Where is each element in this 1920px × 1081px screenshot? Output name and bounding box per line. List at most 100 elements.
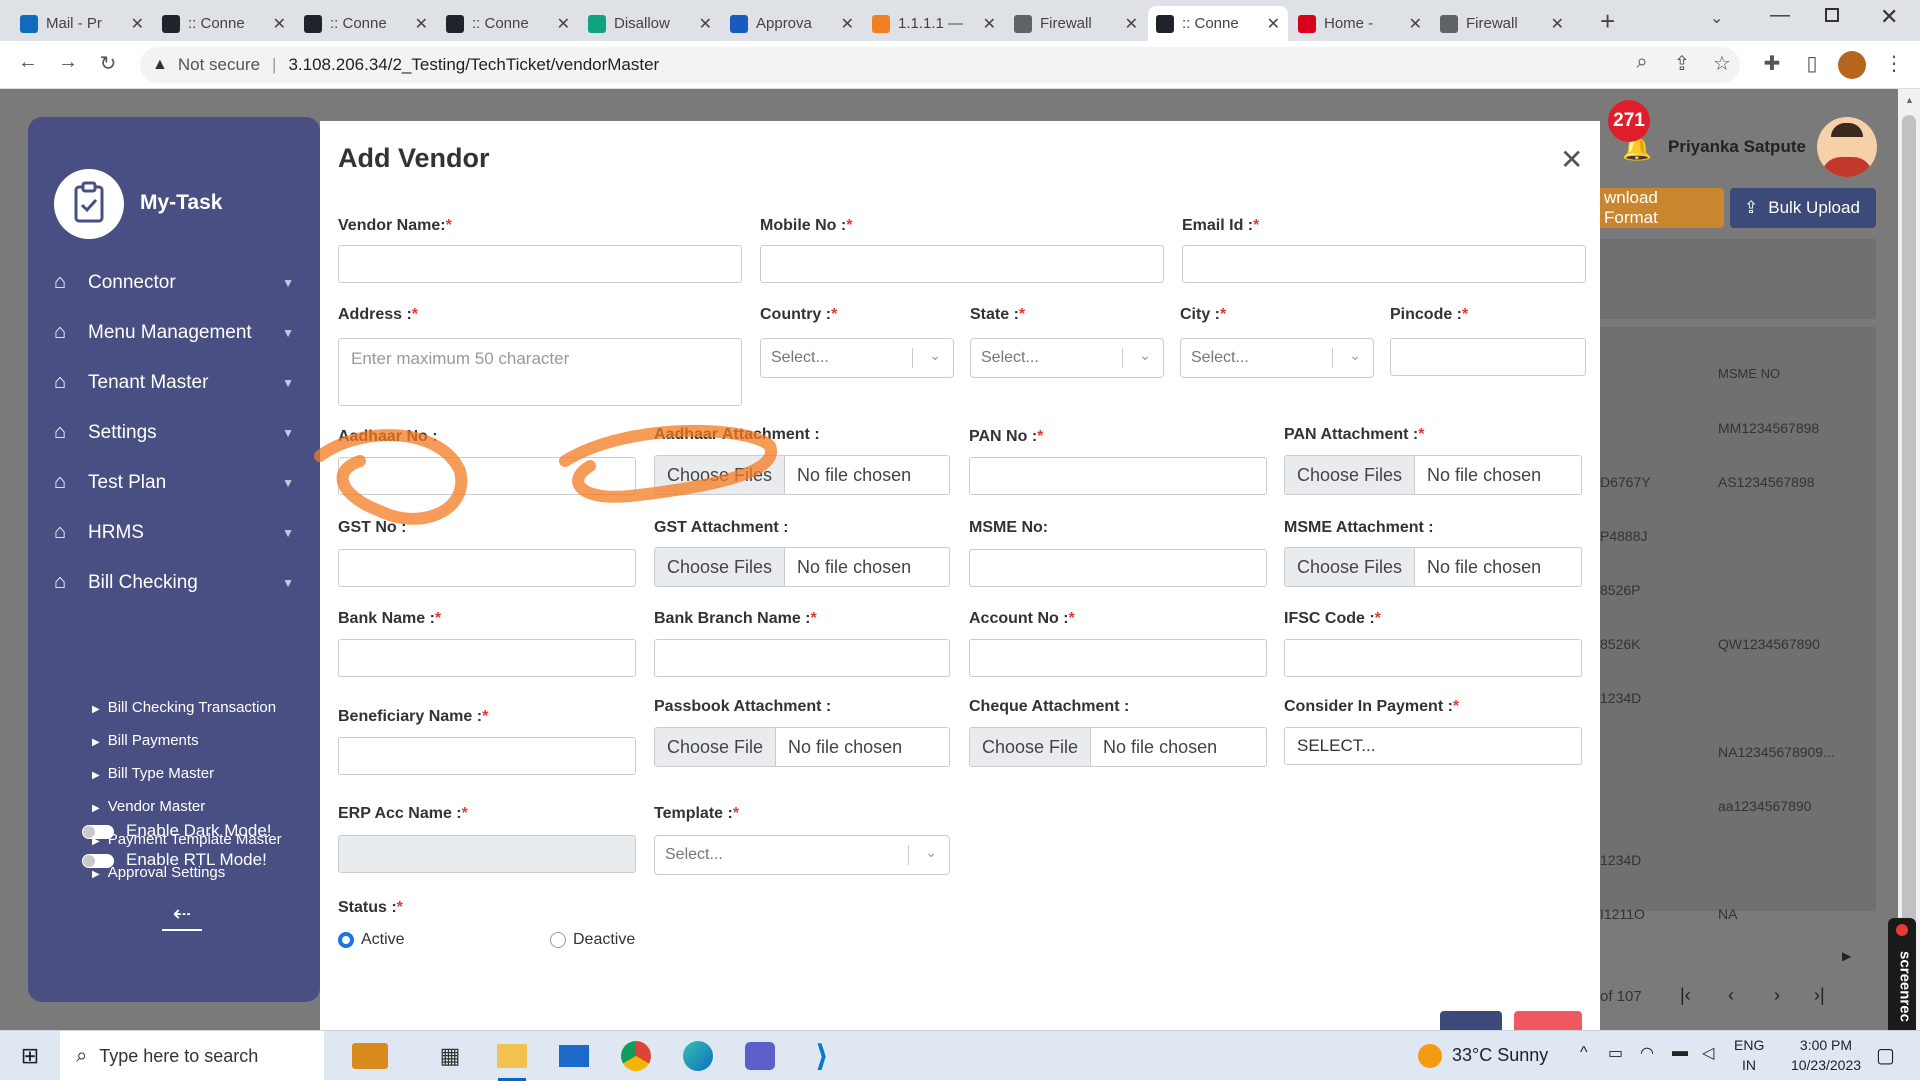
tab-close-icon[interactable]: ✕ — [699, 14, 712, 34]
browser-tab[interactable]: 1.1.1.1 — ✕ — [864, 6, 1004, 41]
tab-close-icon[interactable]: ✕ — [1551, 14, 1564, 34]
vscode-icon[interactable]: ⟩ — [800, 1031, 844, 1081]
scrollbar-thumb[interactable] — [1902, 115, 1916, 995]
browser-tab[interactable]: Approva ✕ — [722, 6, 862, 41]
gst-no-input[interactable] — [338, 549, 636, 587]
notification-center-icon[interactable]: ▢ — [1876, 1043, 1895, 1068]
browser-tab[interactable]: :: Conne ✕ — [154, 6, 294, 41]
windows-start-icon[interactable]: ⊞ — [10, 1031, 50, 1081]
tray-chevron-up-icon[interactable]: ^ — [1580, 1044, 1588, 1062]
choose-file-button[interactable]: Choose File — [655, 728, 777, 766]
sidebar-item[interactable]: ⌂ Test Plan ▼ — [54, 471, 294, 494]
new-tab-button[interactable]: + — [1600, 6, 1615, 37]
bank-name-input[interactable] — [338, 639, 636, 677]
profile-avatar[interactable] — [1838, 51, 1866, 79]
volume-icon[interactable]: ◁ — [1702, 1043, 1714, 1063]
submit-button[interactable] — [1440, 1011, 1502, 1030]
browser-tab[interactable]: :: Conne ✕ — [296, 6, 436, 41]
network-icon[interactable]: ◠ — [1640, 1043, 1654, 1063]
teams-icon[interactable] — [738, 1031, 782, 1081]
tab-close-icon[interactable]: ✕ — [1267, 14, 1280, 34]
tab-close-icon[interactable]: ✕ — [983, 14, 996, 34]
tab-close-icon[interactable]: ✕ — [1125, 14, 1138, 34]
last-page-icon[interactable]: ›| — [1814, 985, 1825, 1006]
tab-close-icon[interactable]: ✕ — [557, 14, 570, 34]
browser-tab[interactable]: Firewall ✕ — [1432, 6, 1572, 41]
sidebar-subitem[interactable]: ▶ Bill Payments — [92, 732, 199, 749]
account-no-input[interactable] — [969, 639, 1267, 677]
collapse-sidebar-icon[interactable]: ⇠ — [162, 901, 202, 927]
forward-icon[interactable]: → — [54, 51, 82, 74]
reload-icon[interactable]: ↻ — [94, 51, 122, 76]
browser-tab[interactable]: Firewall ✕ — [1006, 6, 1146, 41]
tray-meet-icon[interactable]: ▭ — [1608, 1043, 1623, 1063]
zoom-icon[interactable]: ⌕ — [1628, 51, 1656, 74]
mail-app-icon[interactable] — [552, 1031, 596, 1081]
state-select[interactable]: Select... ⌄ — [970, 338, 1164, 378]
gst-file-input[interactable]: Choose Files No file chosen — [654, 547, 950, 587]
dark-mode-toggle[interactable] — [82, 825, 114, 839]
sidebar-subitem[interactable]: ▶ Bill Checking Transaction — [92, 699, 276, 716]
chrome-icon[interactable] — [614, 1031, 658, 1081]
consider-payment-select[interactable]: SELECT... — [1284, 727, 1582, 765]
tab-close-icon[interactable]: ✕ — [131, 14, 144, 34]
mobile-no-input[interactable] — [760, 245, 1164, 283]
aadhaar-no-input[interactable] — [338, 457, 636, 495]
aadhaar-file-input[interactable]: Choose Files No file chosen — [654, 455, 950, 495]
clock-date[interactable]: 10/23/2023 — [1778, 1057, 1874, 1073]
tab-close-icon[interactable]: ✕ — [415, 14, 428, 34]
next-page-icon[interactable]: › — [1774, 985, 1780, 1006]
browser-tab[interactable]: Disallow ✕ — [580, 6, 720, 41]
tab-close-icon[interactable]: ✕ — [841, 14, 854, 34]
pincode-input[interactable] — [1390, 338, 1586, 376]
sidebar-item[interactable]: ⌂ Connector ▼ — [54, 271, 294, 294]
prev-page-icon[interactable]: ‹ — [1728, 985, 1734, 1006]
user-avatar[interactable] — [1817, 117, 1877, 177]
bank-branch-input[interactable] — [654, 639, 950, 677]
minimize-button[interactable]: — — [1770, 4, 1790, 27]
active-radio[interactable] — [338, 932, 354, 948]
side-panel-icon[interactable]: ▯ — [1798, 51, 1826, 76]
beneficiary-input[interactable] — [338, 737, 636, 775]
bookmark-star-icon[interactable]: ☆ — [1708, 51, 1736, 76]
vendor-name-input[interactable] — [338, 245, 742, 283]
browser-tab[interactable]: Mail - Pr ✕ — [12, 6, 152, 41]
clock-time[interactable]: 3:00 PM — [1786, 1037, 1866, 1053]
pan-file-input[interactable]: Choose Files No file chosen — [1284, 455, 1582, 495]
city-select[interactable]: Select... ⌄ — [1180, 338, 1374, 378]
cheque-file-input[interactable]: Choose File No file chosen — [969, 727, 1267, 767]
edge-icon[interactable] — [676, 1031, 720, 1081]
close-modal-icon[interactable]: ✕ — [1560, 143, 1583, 176]
choose-files-button[interactable]: Choose Files — [1285, 456, 1416, 494]
email-id-input[interactable] — [1182, 245, 1586, 283]
choose-files-button[interactable]: Choose Files — [655, 548, 786, 586]
cancel-button[interactable] — [1514, 1011, 1582, 1030]
download-format-button[interactable]: wnload Format — [1590, 188, 1724, 228]
passbook-file-input[interactable]: Choose File No file chosen — [654, 727, 950, 767]
country-select[interactable]: Select... ⌄ — [760, 338, 954, 378]
template-select[interactable]: Select... ⌄ — [654, 835, 950, 875]
ifsc-input[interactable] — [1284, 639, 1582, 677]
close-window-button[interactable]: ✕ — [1880, 4, 1898, 30]
msme-no-input[interactable] — [969, 549, 1267, 587]
sidebar-item[interactable]: ⌂ Menu Management ▼ — [54, 321, 294, 344]
choose-files-button[interactable]: Choose Files — [655, 456, 786, 494]
deactive-radio[interactable] — [550, 932, 566, 948]
tab-close-icon[interactable]: ✕ — [1409, 14, 1422, 34]
browser-tab[interactable]: :: Conne ✕ — [438, 6, 578, 41]
sidebar-subitem[interactable]: ▶ Vendor Master — [92, 798, 205, 815]
choose-files-button[interactable]: Choose Files — [1285, 548, 1416, 586]
bulk-upload-button[interactable]: ⇪ Bulk Upload — [1730, 188, 1876, 228]
language-in[interactable]: IN — [1742, 1057, 1756, 1073]
file-explorer-icon[interactable] — [490, 1031, 534, 1081]
taskbar-search-box[interactable]: ⌕ Type here to search — [60, 1031, 324, 1081]
address-textarea[interactable]: Enter maximum 50 character — [338, 338, 742, 406]
msme-file-input[interactable]: Choose Files No file chosen — [1284, 547, 1582, 587]
sidebar-item[interactable]: ⌂ HRMS ▼ — [54, 521, 294, 544]
address-bar[interactable]: ▲ Not secure | 3.108.206.34/2_Testing/Te… — [140, 47, 1740, 83]
sidebar-item[interactable]: ⌂ Bill Checking ▼ — [54, 571, 294, 594]
back-icon[interactable]: ← — [14, 51, 42, 74]
tab-close-icon[interactable]: ✕ — [273, 14, 286, 34]
tab-search-icon[interactable]: ⌄ — [1710, 8, 1723, 28]
sidebar-subitem[interactable]: ▶ Bill Type Master — [92, 765, 214, 782]
